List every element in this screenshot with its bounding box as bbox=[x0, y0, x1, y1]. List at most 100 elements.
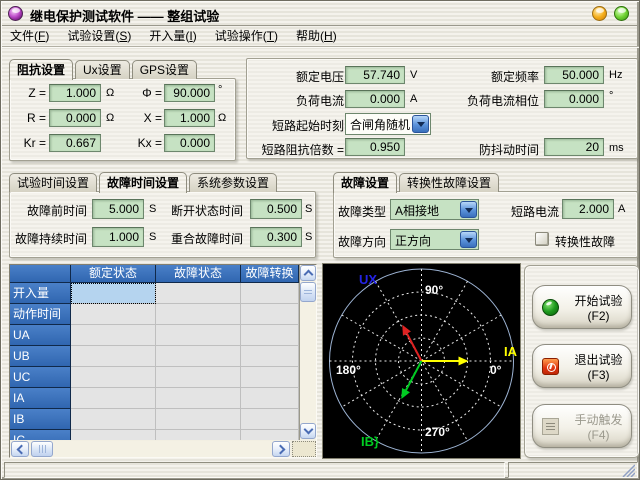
close-button[interactable] bbox=[614, 6, 629, 21]
fault-duration-input[interactable] bbox=[92, 227, 144, 247]
resize-grip[interactable] bbox=[621, 464, 635, 477]
tab-fault-time-settings[interactable]: 故障时间设置 bbox=[99, 172, 187, 193]
table-cell-selected[interactable] bbox=[71, 283, 156, 304]
polar-label-180: 180° bbox=[336, 363, 361, 377]
kr-input[interactable] bbox=[49, 134, 101, 152]
table-cell[interactable] bbox=[241, 409, 299, 430]
menu-item-test-operation[interactable]: 试验操作(T) bbox=[215, 27, 278, 44]
table-row: 动作时间 bbox=[10, 304, 299, 325]
reclose-fault-time-input[interactable] bbox=[250, 227, 302, 247]
rated-frequency-unit: Hz bbox=[609, 69, 622, 81]
table-cell[interactable] bbox=[241, 367, 299, 388]
title-bar: 继电保护测试软件 —— 整组试验 bbox=[2, 2, 638, 26]
z-label: Z = bbox=[10, 86, 46, 100]
debounce-time-label: 防抖动时间 bbox=[442, 141, 539, 158]
rated-voltage-input[interactable] bbox=[345, 66, 405, 84]
tab-system-parameter-settings[interactable]: 系统参数设置 bbox=[189, 173, 277, 192]
table-cell[interactable] bbox=[71, 367, 156, 388]
scroll-right-button[interactable] bbox=[272, 441, 290, 457]
table-cell[interactable] bbox=[156, 346, 241, 367]
chevron-down-icon[interactable] bbox=[412, 115, 429, 133]
z-input[interactable] bbox=[49, 84, 101, 102]
scroll-up-button[interactable] bbox=[300, 265, 316, 281]
table-cell[interactable] bbox=[71, 346, 156, 367]
action-button-panel: 开始试验(F2) 退出试验(F3) 手动触发(F4) bbox=[524, 265, 640, 458]
load-current-input[interactable] bbox=[345, 90, 405, 108]
table-cell[interactable] bbox=[156, 367, 241, 388]
short-circuit-start-dropdown[interactable]: 合闸角随机 bbox=[345, 113, 431, 135]
table-cell[interactable] bbox=[156, 283, 241, 304]
table-cell[interactable] bbox=[71, 388, 156, 409]
impedance-tab-bar: 阻抗设置 Ux设置 GPS设置 bbox=[9, 58, 199, 79]
tab-fault-settings[interactable]: 故障设置 bbox=[333, 172, 397, 193]
table-vscrollbar[interactable] bbox=[300, 265, 316, 440]
table-cell[interactable] bbox=[71, 325, 156, 346]
scroll-down-button[interactable] bbox=[300, 423, 316, 439]
table-cell[interactable] bbox=[241, 283, 299, 304]
table-cell[interactable] bbox=[71, 409, 156, 430]
table-cell[interactable] bbox=[241, 325, 299, 346]
open-state-time-input[interactable] bbox=[250, 199, 302, 219]
table-hscrollbar[interactable] bbox=[10, 441, 291, 457]
table-cell[interactable] bbox=[156, 388, 241, 409]
fault-direction-dropdown[interactable]: 正方向 bbox=[390, 229, 479, 250]
kx-input[interactable] bbox=[164, 134, 215, 152]
chevron-down-icon[interactable] bbox=[460, 201, 477, 218]
x-label: X = bbox=[122, 111, 162, 125]
fault-type-dropdown[interactable]: A相接地 bbox=[390, 199, 479, 220]
prefault-time-input[interactable] bbox=[92, 199, 144, 219]
tab-test-time-settings[interactable]: 试验时间设置 bbox=[9, 173, 97, 192]
table-cell[interactable] bbox=[241, 388, 299, 409]
start-test-button[interactable]: 开始试验(F2) bbox=[532, 285, 632, 329]
row-header: UB bbox=[10, 346, 71, 367]
table-corner-header bbox=[10, 265, 71, 283]
polar-vector-1 bbox=[422, 357, 469, 366]
x-input[interactable] bbox=[164, 109, 215, 127]
exit-test-button[interactable]: 退出试验(F3) bbox=[532, 344, 632, 388]
tab-gps-settings[interactable]: GPS设置 bbox=[132, 60, 197, 79]
table-cell[interactable] bbox=[156, 304, 241, 325]
z-unit: Ω bbox=[106, 87, 114, 99]
impedance-multiplier-input[interactable] bbox=[345, 138, 405, 156]
hscroll-thumb[interactable] bbox=[31, 441, 53, 457]
chevron-left-icon bbox=[16, 444, 26, 454]
r-input[interactable] bbox=[49, 109, 101, 127]
menu-item-help[interactable]: 帮助(H) bbox=[296, 27, 337, 44]
convert-fault-checkbox[interactable] bbox=[535, 232, 549, 246]
rated-voltage-unit: V bbox=[410, 69, 417, 81]
table-cell[interactable] bbox=[156, 430, 241, 440]
phi-unit: ° bbox=[218, 84, 222, 96]
table-cell[interactable] bbox=[71, 430, 156, 440]
row-header: IB bbox=[10, 409, 71, 430]
fault-settings-panel: 故障类型 A相接地 短路电流 A 故障方向 正方向 转换性故障 bbox=[333, 191, 638, 258]
debounce-time-input[interactable] bbox=[544, 138, 604, 156]
column-header: 额定状态 bbox=[71, 265, 156, 283]
menu-item-test-settings[interactable]: 试验设置(S) bbox=[67, 27, 131, 44]
rated-frequency-input[interactable] bbox=[544, 66, 604, 84]
load-current-phase-label: 负荷电流相位 bbox=[442, 92, 539, 109]
load-current-phase-input[interactable] bbox=[544, 90, 604, 108]
debounce-time-unit: ms bbox=[609, 142, 624, 154]
table-cell[interactable] bbox=[241, 430, 299, 440]
phi-label: Φ = bbox=[122, 86, 162, 100]
table-cell[interactable] bbox=[156, 325, 241, 346]
tab-ux-settings[interactable]: Ux设置 bbox=[75, 60, 130, 79]
tab-convert-fault-settings[interactable]: 转换性故障设置 bbox=[399, 173, 499, 192]
minimize-button[interactable] bbox=[592, 6, 607, 21]
chevron-down-icon[interactable] bbox=[460, 231, 477, 248]
short-circuit-current-input[interactable] bbox=[562, 199, 614, 219]
tab-impedance-settings[interactable]: 阻抗设置 bbox=[9, 59, 73, 80]
time-settings-tab-bar: 试验时间设置 故障时间设置 系统参数设置 bbox=[9, 171, 279, 192]
table-cell[interactable] bbox=[71, 304, 156, 325]
vscroll-thumb[interactable] bbox=[300, 282, 316, 302]
scroll-left-button[interactable] bbox=[11, 441, 29, 457]
table-row: UC bbox=[10, 367, 299, 388]
menu-item-binary-input[interactable]: 开入量(I) bbox=[149, 27, 196, 44]
table-cell[interactable] bbox=[241, 346, 299, 367]
polar-label-270: 270° bbox=[425, 425, 450, 439]
table-cell[interactable] bbox=[156, 409, 241, 430]
menu-item-file[interactable]: 文件(F) bbox=[10, 27, 49, 44]
reclose-fault-time-label: 重合故障时间 bbox=[155, 230, 243, 247]
phi-input[interactable] bbox=[164, 84, 215, 102]
table-cell[interactable] bbox=[241, 304, 299, 325]
